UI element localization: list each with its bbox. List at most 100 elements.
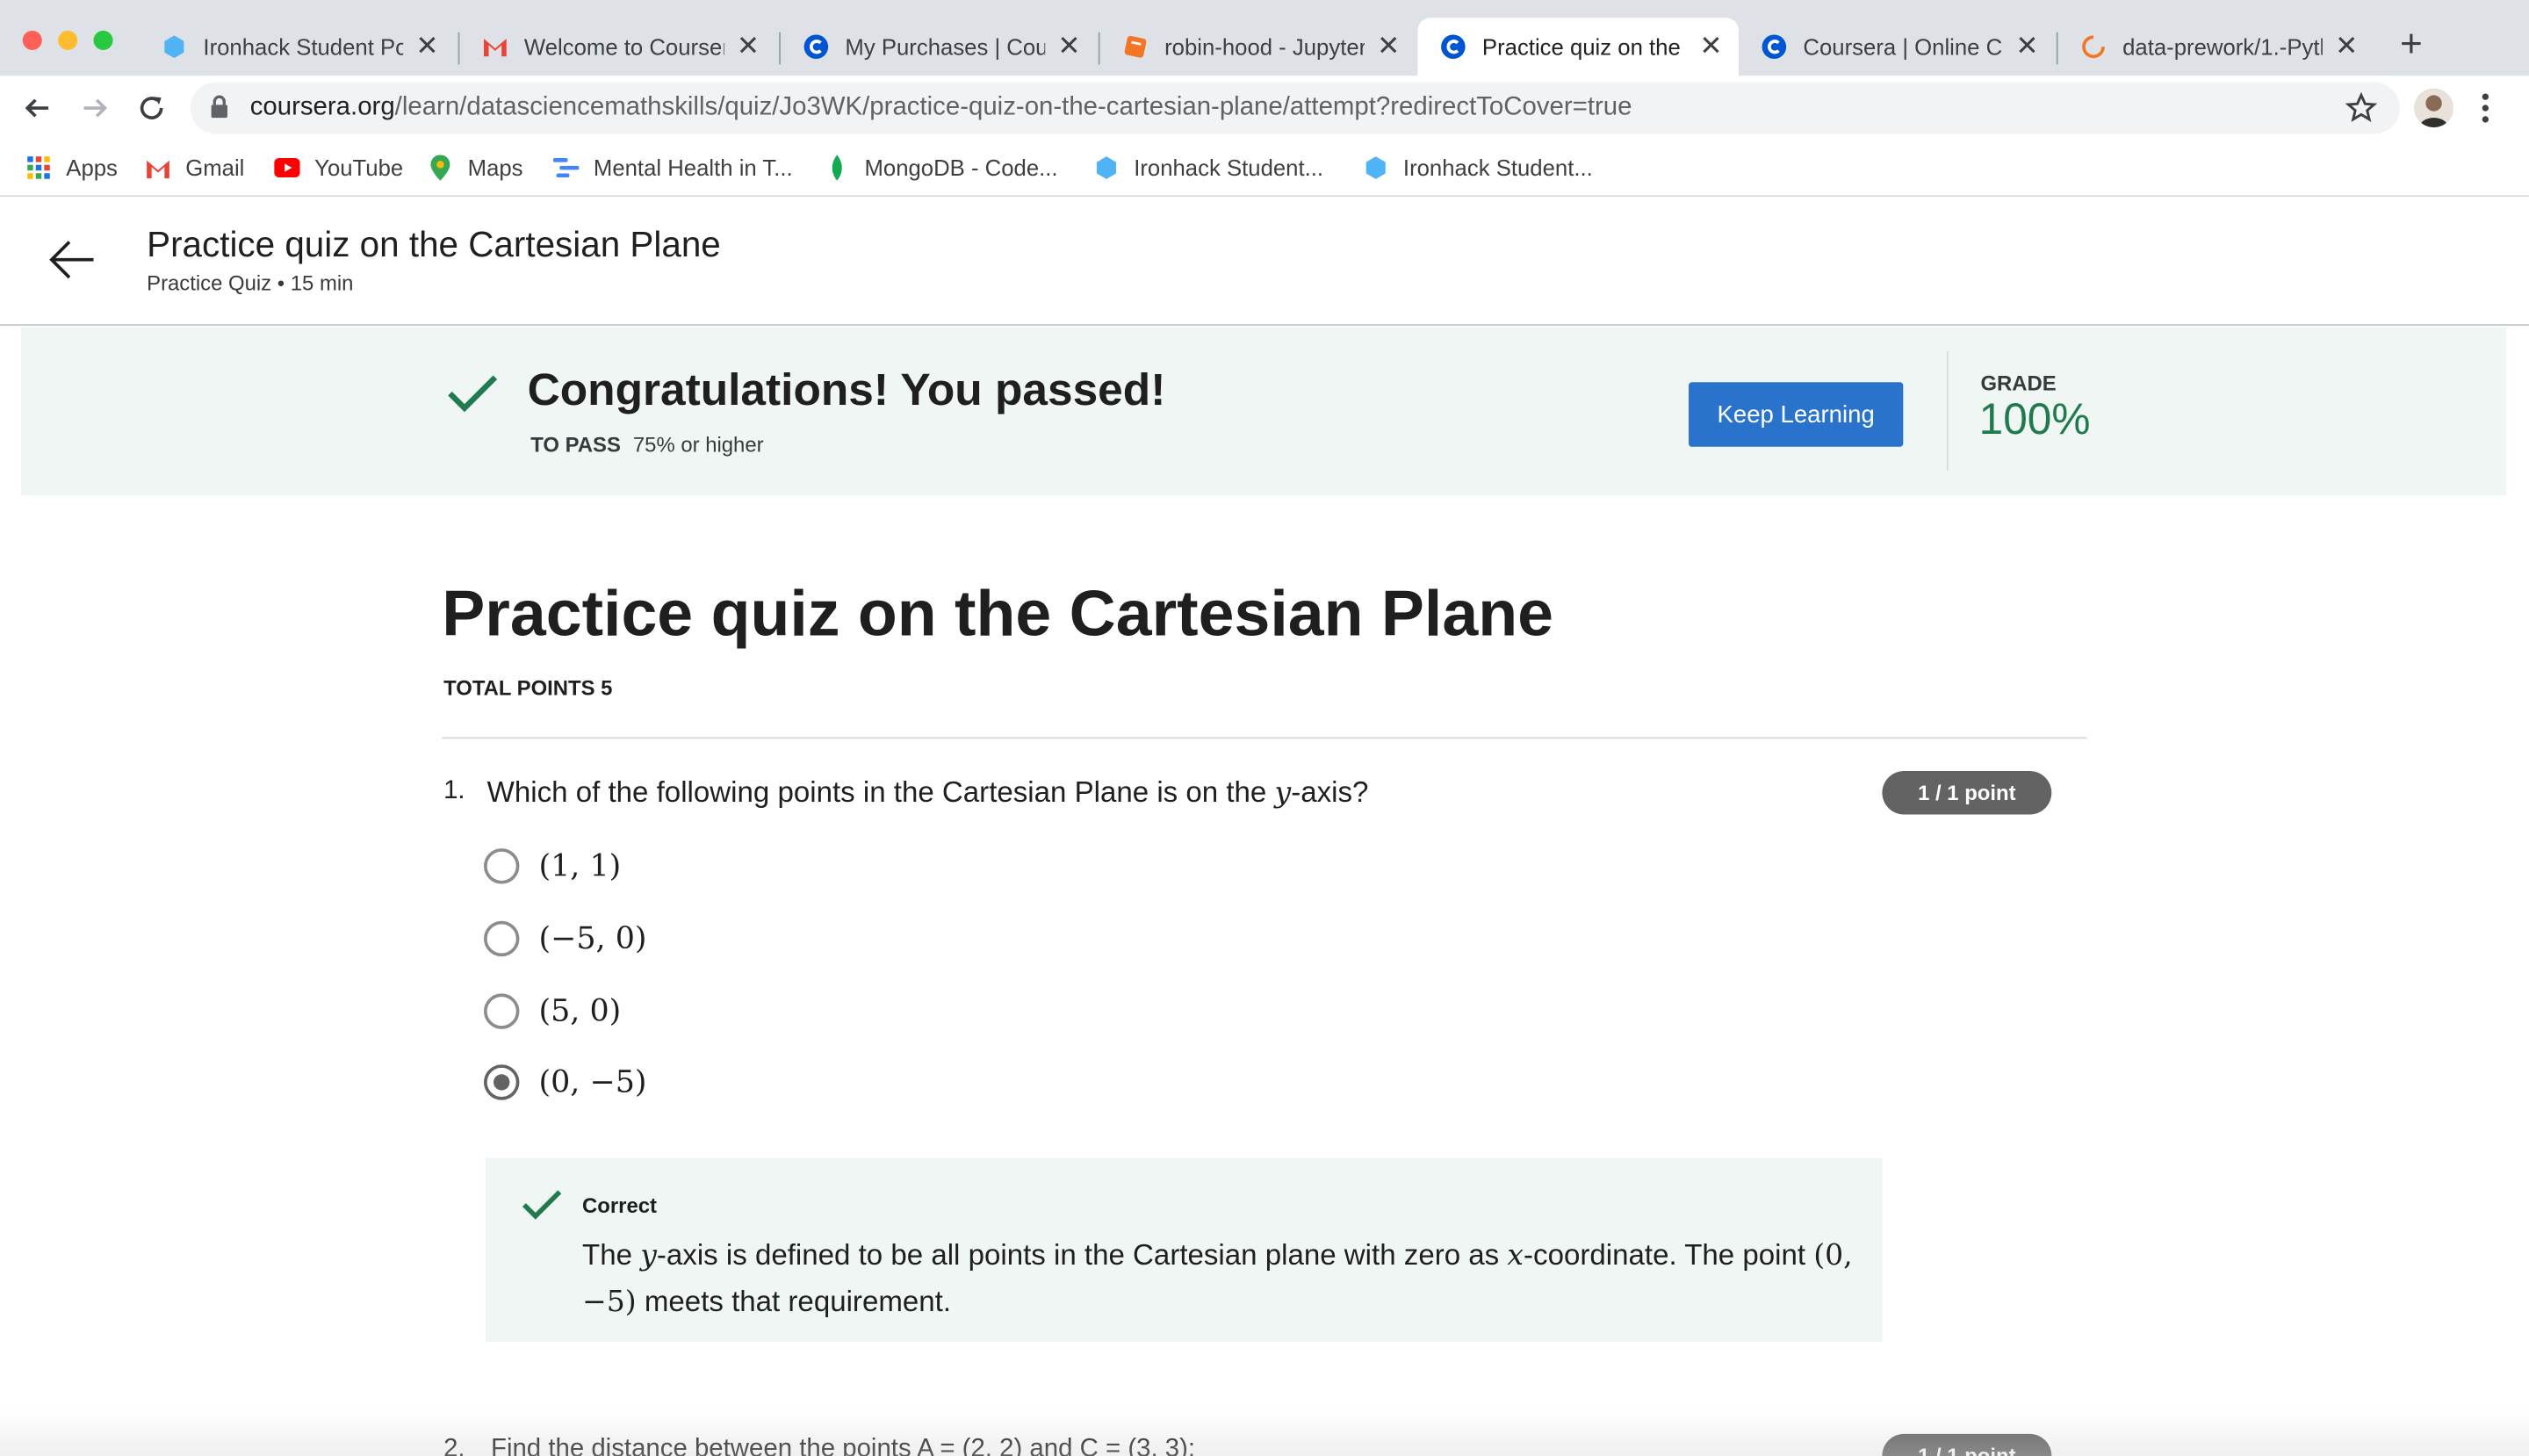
question-text: Find the distance between the points A =… [490,1435,1196,1456]
gmail-icon [482,34,508,60]
feedback-box: Correct The y-axis is defined to be all … [485,1157,1883,1343]
radio-button-selected[interactable] [484,1064,520,1100]
reload-icon[interactable] [133,90,169,126]
math-variable: y [1274,775,1292,811]
bookmark-mental-health[interactable]: Mental Health in T... [552,152,793,184]
bookmark-mongodb[interactable]: MongoDB - Code... [825,152,1058,184]
points-badge: 1 / 1 point [1882,770,2052,815]
page-header: Practice quiz on the Cartesian Plane Pra… [0,198,2529,327]
tab-close-icon[interactable]: ✕ [2335,32,2358,60]
bookmark-label: MongoDB - Code... [864,155,1058,181]
feedback-text-part: The [582,1238,641,1272]
answer-option[interactable]: (5, 0) [484,991,621,1033]
tab-title: Welcome to Coursera [523,33,724,60]
bookmark-apps[interactable]: Apps [25,152,118,184]
grade-value: 100% [1978,394,2091,444]
bookmark-label: Maps [467,155,523,181]
bookmark-gmail[interactable]: Gmail [145,152,244,184]
answer-option[interactable]: (1, 1) [484,845,621,887]
bookmark-label: YouTube [314,155,404,181]
coursera-icon [1440,34,1466,60]
page-title: Practice quiz on the Cartesian Plane [147,224,721,265]
answer-option[interactable]: (−5, 0) [484,918,647,960]
question-text: Which of the following points in the Car… [487,775,1369,810]
tab-my-purchases[interactable]: My Purchases | Coursera ✕ [781,18,1097,76]
coursera-icon [1762,34,1787,60]
pass-banner: Congratulations! You passed! TO PASS 75%… [20,327,2507,495]
bookmark-label: Mental Health in T... [593,155,793,181]
grade-label: GRADE [1980,371,2057,395]
question-number: 2. [443,1435,465,1456]
minimize-window-button[interactable] [58,30,78,50]
feedback-text-part: meets that requirement. [636,1285,952,1318]
checkmark-icon [447,372,499,422]
tab-close-icon[interactable]: ✕ [1377,32,1400,60]
tab-close-icon[interactable]: ✕ [1057,32,1080,60]
feedback-label: Correct [582,1193,657,1218]
bookmark-maps[interactable]: Maps [428,152,523,184]
radio-button[interactable] [484,848,520,884]
radio-button[interactable] [484,920,520,957]
profile-avatar[interactable] [2414,89,2453,128]
tab-jupyter[interactable]: robin-hood - Jupyter ✕ [1100,18,1416,76]
tab-close-icon[interactable]: ✕ [1699,32,1722,60]
tab-close-icon[interactable]: ✕ [737,32,760,60]
new-tab-plus-icon[interactable]: + [2400,25,2423,64]
browser-window: Ironhack Student Portal ✕ Welcome to Cou… [0,0,2529,1456]
pass-message: Congratulations! You passed! [527,364,1166,415]
back-arrow-icon[interactable] [19,90,54,126]
quiz-title: Practice quiz on the Cartesian Plane [442,579,1553,651]
bookmark-ironhack-2[interactable]: Ironhack Student... [1363,152,1593,184]
back-arrow-icon[interactable] [48,239,97,289]
feedback-text: The y-axis is defined to be all points i… [582,1232,1856,1326]
youtube-icon [274,155,300,180]
tab-bar: Ironhack Student Portal ✕ Welcome to Cou… [0,0,2529,76]
gmail-icon [145,155,170,180]
answer-option-selected[interactable]: (0, −5) [484,1062,647,1104]
maps-pin-icon [428,155,453,181]
scroll-fade [0,1408,2529,1456]
bookmarks-bar: Apps Gmail YouTube Maps Mental Health in… [0,140,2529,198]
tab-data-prework[interactable]: data-prework/1.-Python ✕ [2058,18,2374,76]
ironhack-icon [1093,155,1119,180]
option-label: (0, −5) [538,1064,647,1100]
close-window-button[interactable] [22,30,42,50]
tab-title: data-prework/1.-Python [2122,33,2322,60]
math-variable: y [640,1238,657,1273]
lock-icon[interactable] [210,95,229,127]
keep-learning-button[interactable]: Keep Learning [1689,382,1904,447]
url-host: coursera.org [249,93,395,121]
question-number: 1. [443,777,465,805]
pass-requirement: TO PASS 75% or higher [530,432,763,457]
tab-close-icon[interactable]: ✕ [2015,32,2038,60]
tab-close-icon[interactable]: ✕ [415,32,438,60]
tab-welcome-coursera[interactable]: Welcome to Coursera ✕ [459,18,775,76]
tab-coursera-online[interactable]: Coursera | Online Courses ✕ [1739,18,2055,76]
browser-toolbar: coursera.org/learn/datasciencemathskills… [0,76,2529,141]
url-path: /learn/datasciencemathskills/quiz/Jo3WK/… [394,93,1632,121]
bookmark-ironhack-1[interactable]: Ironhack Student... [1093,152,1323,184]
jupyter-icon [1122,34,1148,60]
maximize-window-button[interactable] [93,30,113,50]
bookmark-app-icon [552,155,580,180]
math-variable: x [1507,1238,1524,1273]
bookmark-label: Ironhack Student... [1134,155,1324,181]
bookmark-label: Gmail [185,155,245,181]
page-subtitle: Practice Quiz • 15 min [147,270,354,296]
bookmark-youtube[interactable]: YouTube [274,152,403,184]
more-menu-icon[interactable] [2481,92,2490,133]
url-text[interactable]: coursera.org/learn/datasciencemathskills… [250,94,1632,123]
forward-arrow-icon[interactable] [77,90,112,126]
tab-title: robin-hood - Jupyter [1164,33,1365,60]
to-pass-value: 75% or higher [632,432,764,457]
tab-title: Practice quiz on the Cartesian Plane [1481,33,1687,60]
radio-button[interactable] [484,993,520,1029]
tab-practice-quiz[interactable]: Practice quiz on the Cartesian Plane ✕ [1417,18,1739,76]
address-bar[interactable]: coursera.org/learn/datasciencemathskills… [190,82,2401,134]
tab-ironhack-portal[interactable]: Ironhack Student Portal ✕ [139,18,455,76]
bookmark-label: Ironhack Student... [1402,155,1593,181]
apps-grid-icon [25,155,51,180]
feedback-text-part: -axis is defined to be all points in the… [656,1238,1508,1272]
bookmark-star-icon[interactable] [2345,91,2378,133]
total-points: TOTAL POINTS 5 [443,675,613,701]
